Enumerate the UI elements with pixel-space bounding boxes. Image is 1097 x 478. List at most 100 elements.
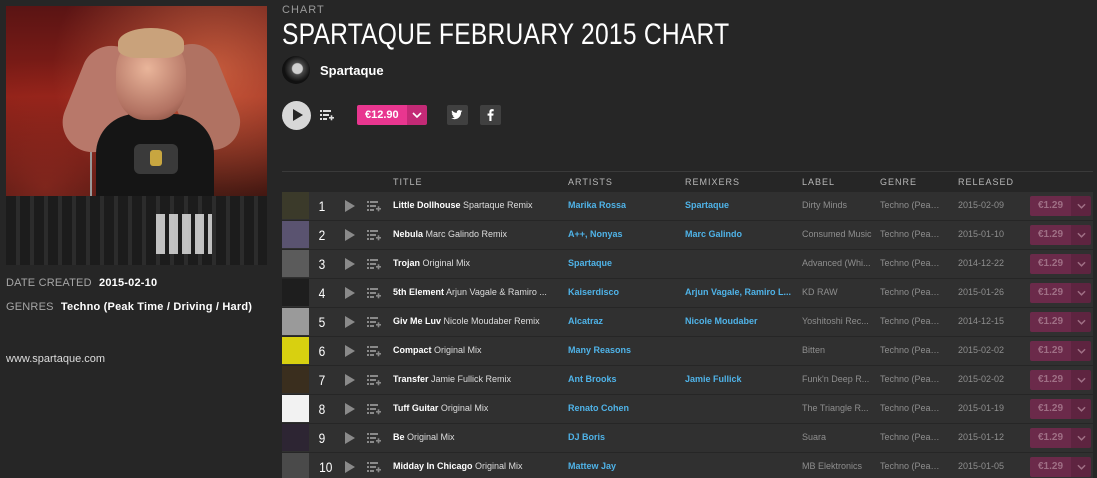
play-icon[interactable] [345, 461, 355, 473]
header-title[interactable]: TITLE [393, 177, 423, 187]
track-artists[interactable]: Spartaque [568, 258, 612, 268]
track-remixers[interactable]: Jamie Fullick [685, 374, 742, 384]
track-label[interactable]: Consumed Music [802, 229, 872, 239]
release-artwork[interactable] [282, 453, 309, 478]
track-label[interactable]: The Triangle R... [802, 403, 869, 413]
track-price[interactable]: €1.29 [1030, 283, 1071, 303]
release-artwork[interactable] [282, 308, 309, 335]
header-artists[interactable]: ARTISTS [568, 177, 613, 187]
release-artwork[interactable] [282, 395, 309, 422]
play-icon[interactable] [345, 374, 355, 386]
track-label[interactable]: Bitten [802, 345, 825, 355]
play-icon[interactable] [345, 432, 355, 444]
chevron-down-icon[interactable] [1071, 312, 1091, 332]
buy-track-button[interactable]: €1.29 [1030, 196, 1091, 216]
track-genre[interactable]: Techno (Peak ... [880, 432, 944, 442]
track-title[interactable]: Giv Me Luv Nicole Moudaber Remix [393, 316, 540, 326]
chevron-down-icon[interactable] [1071, 225, 1091, 245]
avatar[interactable] [282, 56, 310, 84]
track-title[interactable]: Midday In Chicago Original Mix [393, 461, 523, 471]
track-artists[interactable]: Mattew Jay [568, 461, 616, 471]
track-price[interactable]: €1.29 [1030, 457, 1071, 477]
track-artists[interactable]: Many Reasons [568, 345, 631, 355]
chevron-down-icon[interactable] [1071, 196, 1091, 216]
track-artists[interactable]: Alcatraz [568, 316, 603, 326]
track-remixers[interactable]: Spartaque [685, 200, 729, 210]
chart-price[interactable]: €12.90 [357, 105, 407, 125]
track-artists[interactable]: Marika Rossa [568, 200, 626, 210]
track-price[interactable]: €1.29 [1030, 312, 1071, 332]
buy-chart-button[interactable]: €12.90 [357, 105, 427, 125]
track-genre[interactable]: Techno (Peak ... [880, 287, 944, 297]
track-label[interactable]: Yoshitoshi Rec... [802, 316, 869, 326]
play-icon[interactable] [345, 258, 355, 270]
add-to-queue-icon[interactable] [366, 285, 382, 301]
track-label[interactable]: KD RAW [802, 287, 838, 297]
add-to-queue-icon[interactable] [366, 198, 382, 214]
track-name[interactable]: Be [393, 432, 405, 442]
track-artists[interactable]: A++, Nonyas [568, 229, 623, 239]
track-name[interactable]: Tuff Guitar [393, 403, 438, 413]
track-title[interactable]: Transfer Jamie Fullick Remix [393, 374, 511, 384]
buy-track-button[interactable]: €1.29 [1030, 312, 1091, 332]
track-name[interactable]: Midday In Chicago [393, 461, 473, 471]
release-artwork[interactable] [282, 192, 309, 219]
add-to-queue-icon[interactable] [366, 343, 382, 359]
artist-name[interactable]: Spartaque [320, 63, 384, 78]
table-row[interactable]: 9 Be Original Mix DJ Boris Suara Techno (Pea… [282, 424, 1093, 452]
track-price[interactable]: €1.29 [1030, 341, 1071, 361]
header-genre[interactable]: GENRE [880, 177, 917, 187]
track-label[interactable]: Suara [802, 432, 826, 442]
release-artwork[interactable] [282, 221, 309, 248]
release-artwork[interactable] [282, 250, 309, 277]
track-title[interactable]: Be Original Mix [393, 432, 455, 442]
track-title[interactable]: Compact Original Mix [393, 345, 482, 355]
track-genre[interactable]: Techno (Peak ... [880, 258, 944, 268]
track-title[interactable]: Trojan Original Mix [393, 258, 470, 268]
buy-track-button[interactable]: €1.29 [1030, 370, 1091, 390]
track-label[interactable]: Dirty Minds [802, 200, 847, 210]
buy-track-button[interactable]: €1.29 [1030, 399, 1091, 419]
track-genre[interactable]: Techno (Peak ... [880, 200, 944, 210]
track-title[interactable]: Tuff Guitar Original Mix [393, 403, 488, 413]
track-remixers[interactable]: Marc Galindo [685, 229, 742, 239]
table-row[interactable]: 2 Nebula Marc Galindo Remix A++, Nonyas Mar… [282, 221, 1093, 249]
table-row[interactable]: 3 Trojan Original Mix Spartaque Advanced (W… [282, 250, 1093, 278]
chevron-down-icon[interactable] [1071, 283, 1091, 303]
buy-track-button[interactable]: €1.29 [1030, 341, 1091, 361]
table-row[interactable]: 6 Compact Original Mix Many Reasons Bitten T… [282, 337, 1093, 365]
track-title[interactable]: Little Dollhouse Spartaque Remix [393, 200, 533, 210]
chevron-down-icon[interactable] [1071, 341, 1091, 361]
track-artists[interactable]: Renato Cohen [568, 403, 629, 413]
track-price[interactable]: €1.29 [1030, 370, 1071, 390]
chevron-down-icon[interactable] [1071, 399, 1091, 419]
header-remixers[interactable]: REMIXERS [685, 177, 740, 187]
play-icon[interactable] [345, 287, 355, 299]
play-icon[interactable] [345, 229, 355, 241]
track-label[interactable]: Advanced (Whi... [802, 258, 871, 268]
track-artists[interactable]: Ant Brooks [568, 374, 617, 384]
release-artwork[interactable] [282, 424, 309, 451]
chevron-down-icon[interactable] [1071, 428, 1091, 448]
track-genre[interactable]: Techno (Peak ... [880, 316, 944, 326]
track-name[interactable]: Transfer [393, 374, 429, 384]
header-released[interactable]: RELEASED [958, 177, 1014, 187]
track-artists[interactable]: DJ Boris [568, 432, 605, 442]
track-remixers[interactable]: Arjun Vagale, Ramiro L... [685, 287, 791, 297]
play-icon[interactable] [345, 200, 355, 212]
table-row[interactable]: 4 5th Element Arjun Vagale & Ramiro ... Ka… [282, 279, 1093, 307]
buy-track-button[interactable]: €1.29 [1030, 457, 1091, 477]
website-link[interactable]: www.spartaque.com [6, 353, 105, 365]
table-row[interactable]: 5 Giv Me Luv Nicole Moudaber Remix Alcatra… [282, 308, 1093, 336]
facebook-share-button[interactable] [479, 105, 501, 125]
add-to-queue-icon[interactable] [366, 227, 382, 243]
track-name[interactable]: Giv Me Luv [393, 316, 441, 326]
track-genre[interactable]: Techno (Peak ... [880, 345, 944, 355]
play-all-button[interactable] [282, 100, 311, 130]
track-artists[interactable]: Kaiserdisco [568, 287, 619, 297]
track-name[interactable]: Trojan [393, 258, 420, 268]
chart-artist[interactable]: Spartaque [282, 56, 384, 84]
table-row[interactable]: 7 Transfer Jamie Fullick Remix Ant Brooks J… [282, 366, 1093, 394]
header-label[interactable]: LABEL [802, 177, 835, 187]
track-genre[interactable]: Techno (Peak ... [880, 403, 944, 413]
